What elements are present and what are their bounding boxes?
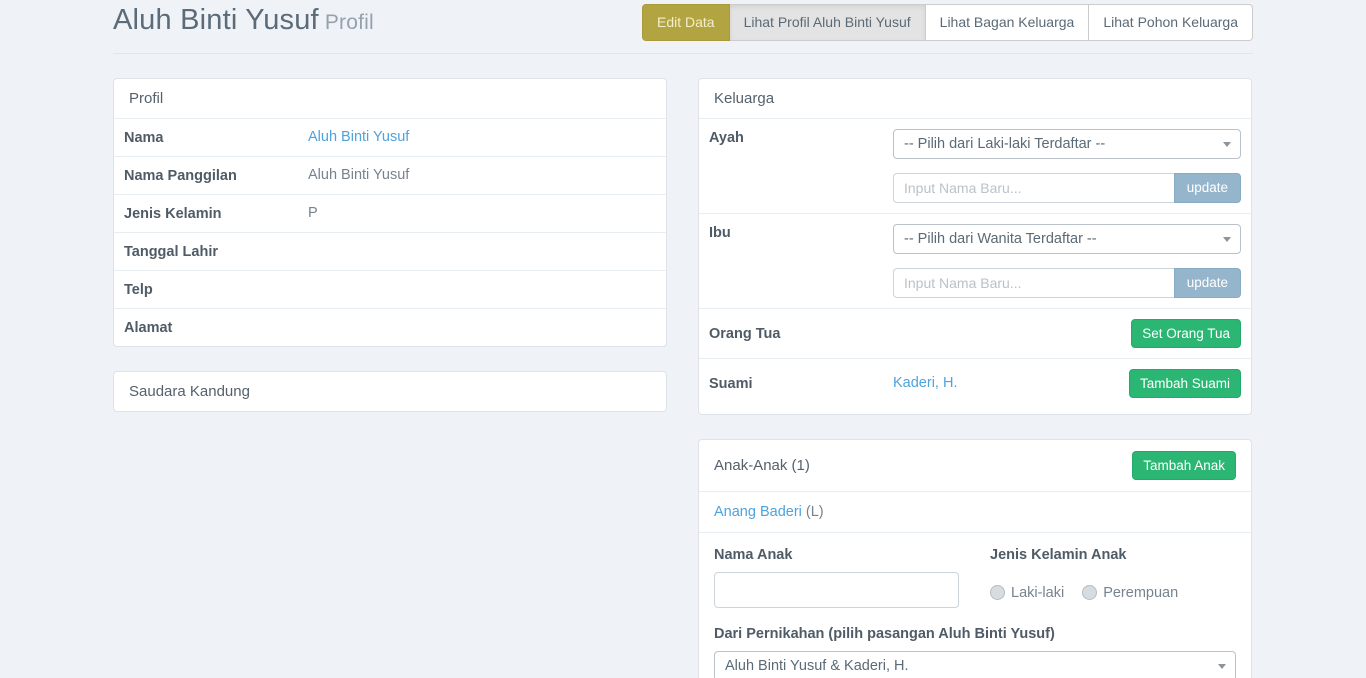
ibu-new-name-input[interactable]: [893, 268, 1174, 298]
ibu-update-button[interactable]: update: [1174, 268, 1241, 298]
suami-row: Suami Kaderi, H. Tambah Suami: [699, 358, 1251, 414]
row-label: Tanggal Lahir: [124, 243, 308, 260]
ayah-new-name-input[interactable]: [893, 173, 1174, 203]
view-switcher: Edit Data Lihat Profil Aluh Binti Yusuf …: [642, 4, 1253, 41]
right-column: Keluarga Ayah -- Pilih dari Laki-laki Te…: [698, 78, 1252, 678]
lihat-profil-button[interactable]: Lihat Profil Aluh Binti Yusuf: [730, 4, 926, 41]
nama-anak-label: Nama Anak: [714, 547, 959, 563]
laki-laki-radio-label: Laki-laki: [1011, 585, 1064, 601]
saudara-kandung-title: Saudara Kandung: [114, 372, 666, 411]
saudara-kandung-panel: Saudara Kandung: [113, 371, 667, 412]
table-row: Nama Aluh Binti Yusuf: [114, 118, 666, 156]
left-column: Profil Nama Aluh Binti Yusuf Nama Panggi…: [113, 78, 667, 678]
lihat-bagan-button[interactable]: Lihat Bagan Keluarga: [926, 4, 1090, 41]
row-label: Jenis Kelamin: [124, 205, 308, 222]
dari-pernikahan-label: Dari Pernikahan (pilih pasangan Aluh Bin…: [714, 626, 1236, 642]
anak-anak-panel: Anak-Anak (1) Tambah Anak Anang Baderi (…: [698, 439, 1252, 678]
ibu-row: Ibu -- Pilih dari Wanita Terdaftar -- up…: [699, 213, 1251, 308]
pernikahan-select[interactable]: Aluh Binti Yusuf & Kaderi, H.: [714, 651, 1236, 678]
row-label: Orang Tua: [709, 325, 893, 342]
row-value: Aluh Binti Yusuf: [308, 167, 409, 184]
page-header: Aluh Binti Yusuf Profil Edit Data Lihat P…: [113, 0, 1253, 54]
page-subtitle: Profil: [325, 11, 374, 34]
person-name: Aluh Binti Yusuf: [113, 4, 319, 36]
ibu-select[interactable]: -- Pilih dari Wanita Terdaftar --: [893, 224, 1241, 254]
table-row: Telp: [114, 270, 666, 308]
row-label: Nama: [124, 129, 308, 146]
ayah-select[interactable]: -- Pilih dari Laki-laki Terdaftar --: [893, 129, 1241, 159]
row-label: Telp: [124, 281, 308, 298]
profil-panel: Profil Nama Aluh Binti Yusuf Nama Panggi…: [113, 78, 667, 347]
child-gender: (L): [802, 504, 824, 520]
row-value: P: [308, 205, 318, 222]
perempuan-radio[interactable]: [1082, 585, 1097, 600]
keluarga-panel: Keluarga Ayah -- Pilih dari Laki-laki Te…: [698, 78, 1252, 415]
lihat-pohon-button[interactable]: Lihat Pohon Keluarga: [1089, 4, 1253, 41]
tambah-suami-button[interactable]: Tambah Suami: [1129, 369, 1241, 398]
anak-anak-title: Anak-Anak (1): [714, 457, 810, 474]
row-label: Alamat: [124, 319, 308, 336]
add-child-form: Nama Anak Jenis Kelamin Anak Laki-laki: [699, 532, 1251, 678]
nama-link[interactable]: Aluh Binti Yusuf: [308, 129, 409, 145]
row-label: Ayah: [709, 129, 893, 203]
page-container: Aluh Binti Yusuf Profil Edit Data Lihat P…: [113, 0, 1253, 678]
edit-data-button[interactable]: Edit Data: [642, 4, 730, 41]
tambah-anak-header-button[interactable]: Tambah Anak: [1132, 451, 1236, 480]
profil-panel-title: Profil: [114, 79, 666, 118]
child-link[interactable]: Anang Baderi: [714, 504, 802, 520]
row-label: Suami: [709, 375, 893, 392]
table-row: Tanggal Lahir: [114, 232, 666, 270]
row-label: Ibu: [709, 224, 893, 298]
keluarga-panel-title: Keluarga: [699, 79, 1251, 118]
anak-anak-header: Anak-Anak (1) Tambah Anak: [699, 440, 1251, 491]
set-orang-tua-button[interactable]: Set Orang Tua: [1131, 319, 1241, 348]
page-title: Aluh Binti Yusuf Profil: [113, 4, 374, 37]
perempuan-radio-label: Perempuan: [1103, 585, 1178, 601]
table-row: Jenis Kelamin P: [114, 194, 666, 232]
ayah-update-button[interactable]: update: [1174, 173, 1241, 203]
orang-tua-row: Orang Tua Set Orang Tua: [699, 308, 1251, 358]
ayah-row: Ayah -- Pilih dari Laki-laki Terdaftar -…: [699, 118, 1251, 213]
row-label: Nama Panggilan: [124, 167, 308, 184]
table-row: Alamat: [114, 308, 666, 346]
table-row: Nama Panggilan Aluh Binti Yusuf: [114, 156, 666, 194]
suami-link[interactable]: Kaderi, H.: [893, 375, 957, 391]
list-item: Anang Baderi (L): [699, 491, 1251, 532]
jenis-kelamin-anak-label: Jenis Kelamin Anak: [990, 547, 1178, 563]
laki-laki-radio[interactable]: [990, 585, 1005, 600]
nama-anak-input[interactable]: [714, 572, 959, 608]
